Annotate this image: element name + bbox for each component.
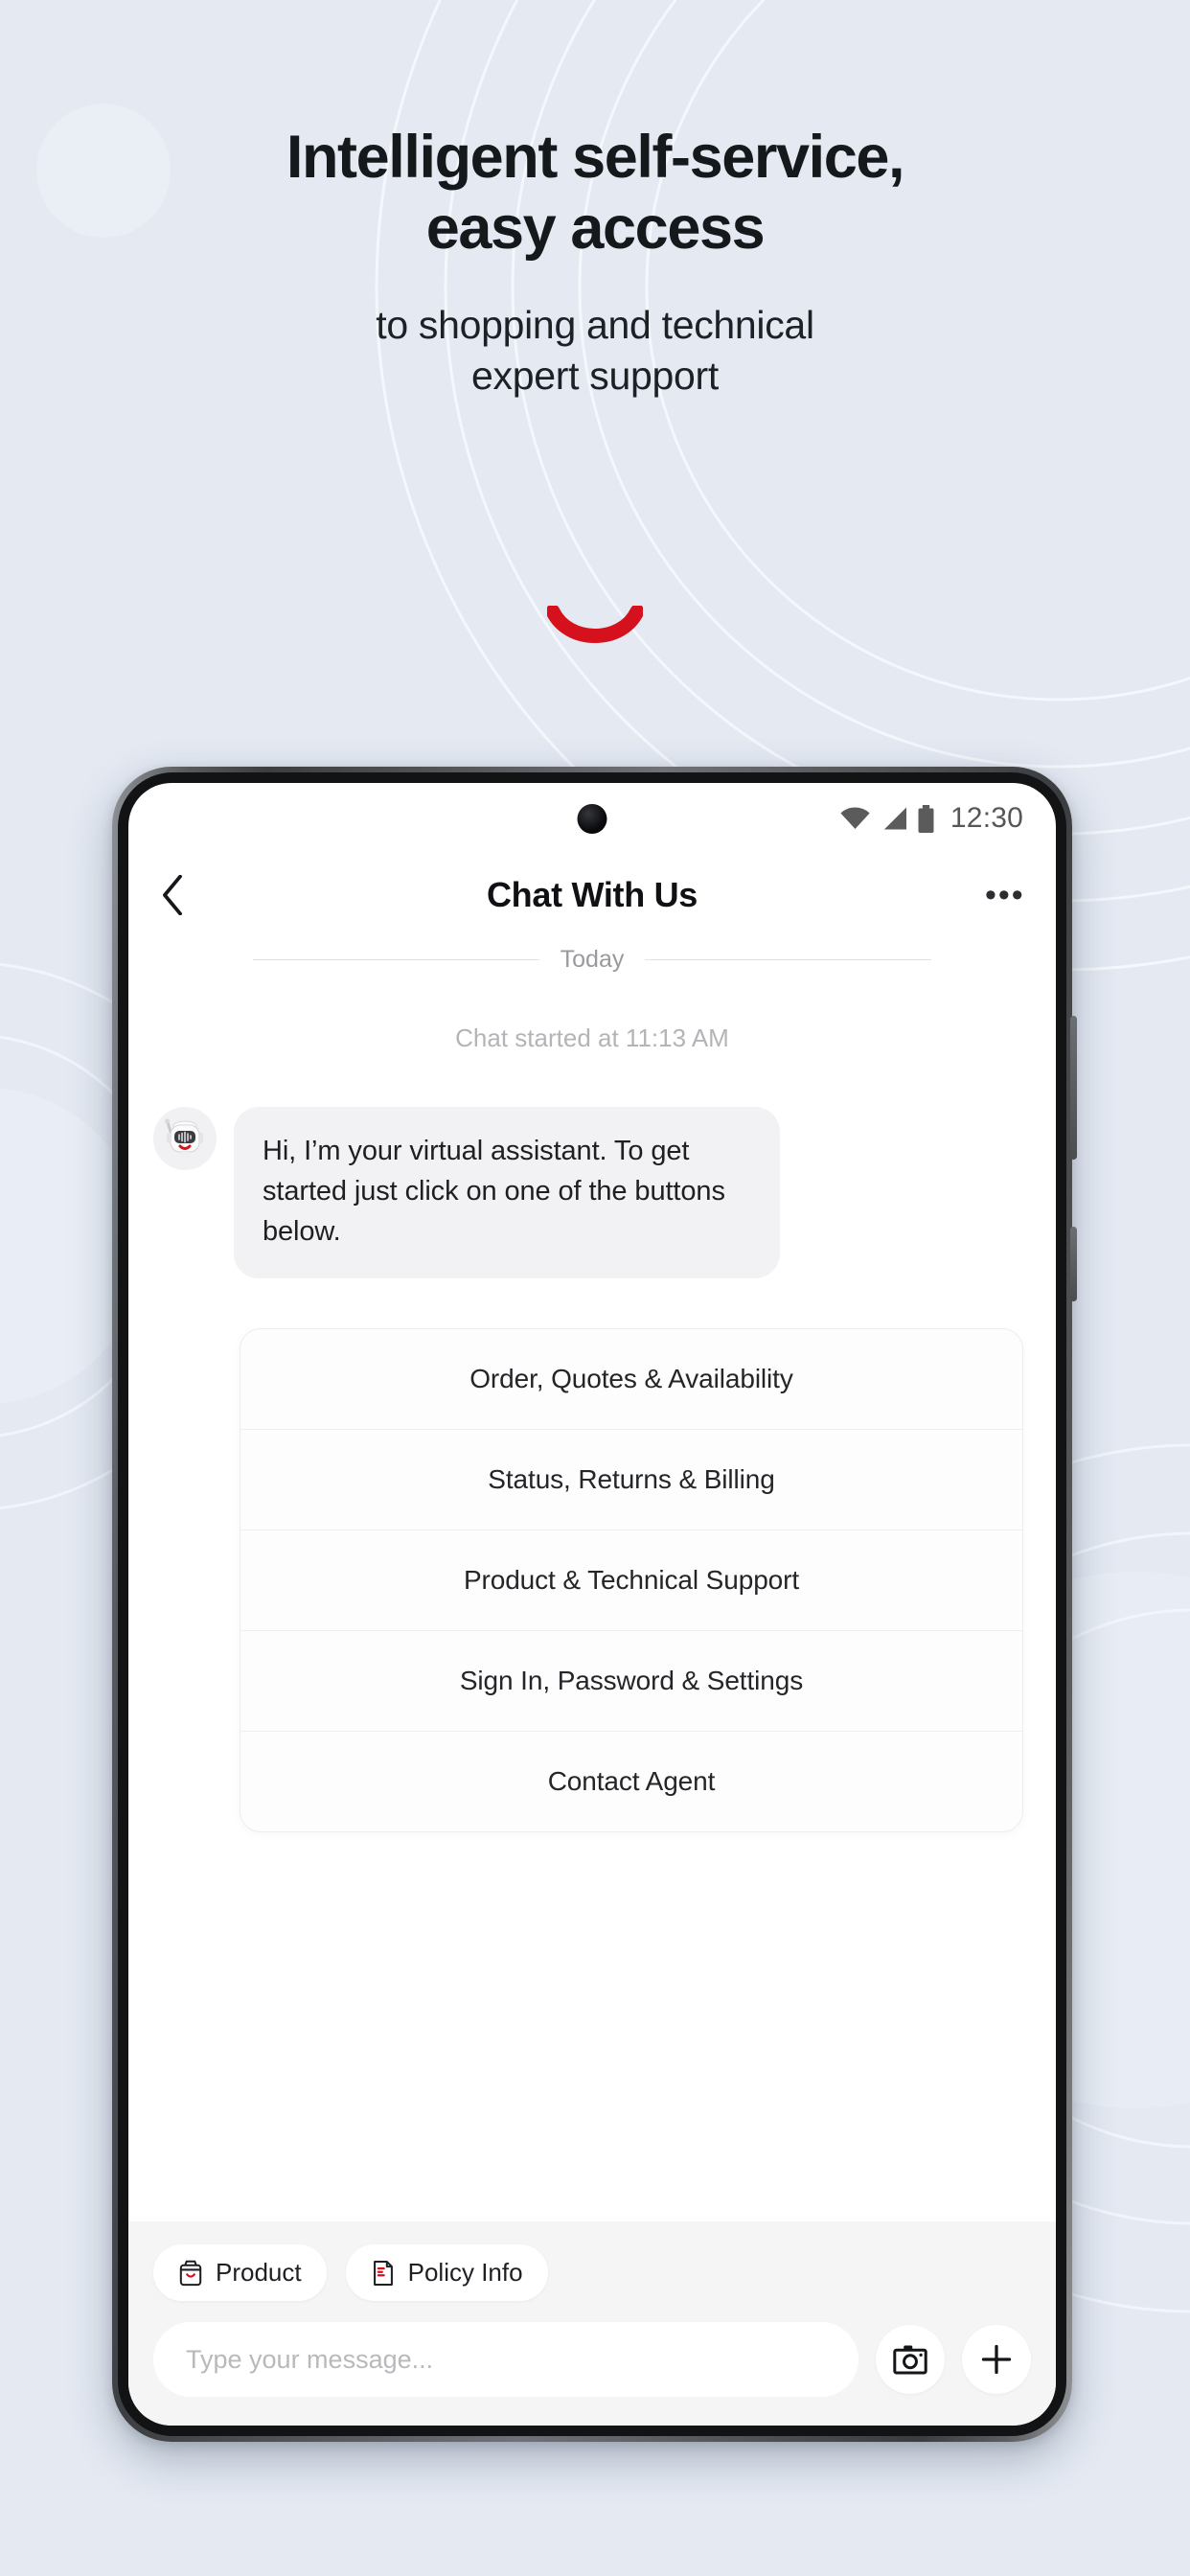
- option-status-returns-billing[interactable]: Status, Returns & Billing: [240, 1429, 1022, 1530]
- promo-headline-line-2: easy access: [425, 194, 766, 262]
- promo-subheadline-line-2: expert support: [471, 353, 719, 398]
- plus-icon: [981, 2344, 1012, 2375]
- avatar: [153, 1107, 217, 1170]
- document-icon: [373, 2260, 393, 2286]
- back-chevron-icon: [163, 875, 182, 915]
- chip-product-label: Product: [216, 2258, 302, 2287]
- front-camera-punchhole: [577, 804, 607, 834]
- option-signin-password-settings[interactable]: Sign In, Password & Settings: [240, 1630, 1022, 1731]
- chat-started-timestamp: Chat started at 11:13 AM: [455, 1024, 729, 1052]
- message-input[interactable]: [153, 2322, 858, 2397]
- add-attachment-button[interactable]: [962, 2325, 1031, 2394]
- chip-policy-info-label: Policy Info: [407, 2258, 523, 2287]
- composer-bar: Product Policy Info: [128, 2221, 1056, 2426]
- chip-product[interactable]: Product: [153, 2244, 327, 2301]
- robot-avatar-icon: [155, 1109, 215, 1168]
- phone-mockup: 12:30 Chat With Us ••• Today Chat starte…: [112, 767, 1077, 2442]
- quick-chip-list: Product Policy Info: [153, 2244, 1031, 2301]
- date-divider: Today: [128, 936, 1056, 974]
- camera-icon: [893, 2345, 927, 2375]
- quick-reply-options-card: Order, Quotes & Availability Status, Ret…: [240, 1328, 1023, 1833]
- wifi-icon: [840, 807, 870, 829]
- divider-line-right: [645, 959, 931, 960]
- power-button[interactable]: [1070, 1227, 1077, 1301]
- battery-icon: [918, 804, 934, 833]
- chat-header: Chat With Us •••: [128, 854, 1056, 936]
- back-button[interactable]: [161, 875, 199, 915]
- divider-line-left: [253, 959, 539, 960]
- bot-message-bubble: Hi, I’m your virtual assistant. To get s…: [234, 1107, 780, 1279]
- date-divider-label: Today: [560, 946, 625, 973]
- red-smile-accent-icon: [547, 606, 643, 643]
- option-product-technical-support[interactable]: Product & Technical Support: [240, 1530, 1022, 1630]
- promo-subheadline: to shopping and technical expert support: [0, 300, 1190, 401]
- promo-headline: Intelligent self-service, easy access: [0, 123, 1190, 264]
- promo-subheadline-line-1: to shopping and technical: [376, 303, 814, 348]
- overflow-menu-icon[interactable]: •••: [985, 879, 1023, 911]
- volume-button[interactable]: [1070, 1016, 1077, 1160]
- promo-headline-line-1: Intelligent self-service,: [286, 124, 905, 191]
- status-bar-time: 12:30: [950, 802, 1023, 834]
- phone-screen: 12:30 Chat With Us ••• Today Chat starte…: [128, 783, 1056, 2426]
- chip-policy-info[interactable]: Policy Info: [345, 2244, 548, 2301]
- message-row: Hi, I’m your virtual assistant. To get s…: [128, 1053, 1056, 1279]
- option-order-quotes-availability[interactable]: Order, Quotes & Availability: [240, 1329, 1022, 1429]
- message-list-spacer: [128, 1832, 1056, 2221]
- page-title: Chat With Us: [486, 875, 698, 914]
- shopping-bag-icon: [179, 2260, 202, 2286]
- signal-icon: [883, 807, 906, 830]
- composer-input-row: [153, 2322, 1031, 2397]
- promo-text-block: Intelligent self-service, easy access to…: [0, 123, 1190, 401]
- option-contact-agent[interactable]: Contact Agent: [240, 1731, 1022, 1831]
- camera-button[interactable]: [876, 2325, 945, 2394]
